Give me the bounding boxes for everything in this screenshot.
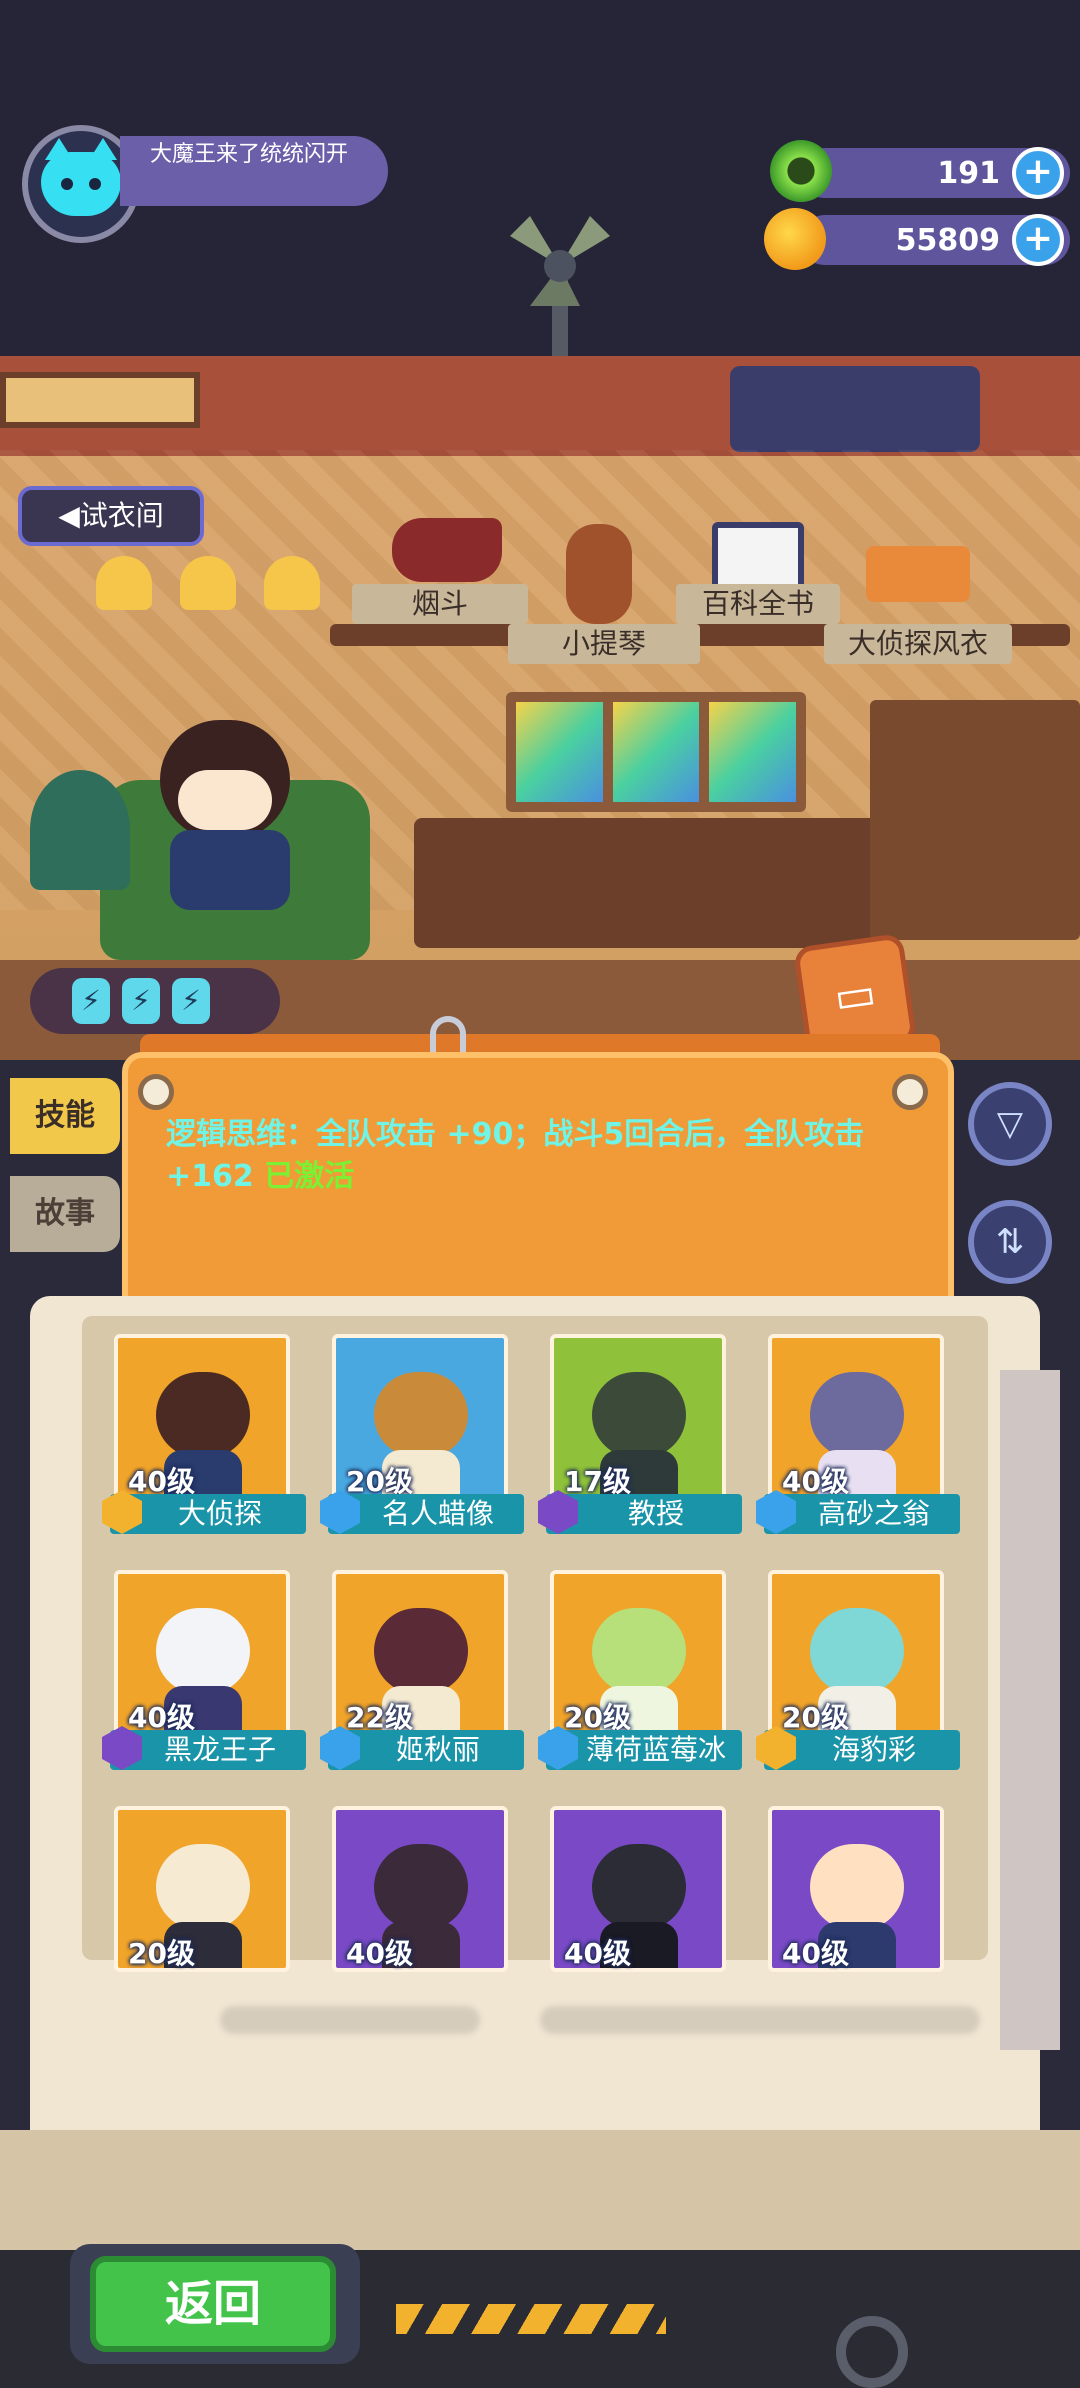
skill-description: 逻辑思维：全队攻击 +90；战斗5回合后，全队攻击 +162 已激活 <box>166 1114 906 1198</box>
fitting-room-label: 试衣间 <box>79 499 164 532</box>
item-label-encyclopedia[interactable]: 百科全书 <box>676 584 840 624</box>
character-head <box>810 1372 904 1458</box>
book-page-edge <box>1000 1370 1060 2050</box>
ghost-display <box>730 366 980 452</box>
energy-icon: ⚡ <box>122 978 160 1024</box>
character-card[interactable]: 20级 <box>100 1794 304 2006</box>
tab-skill[interactable]: 技能 <box>10 1078 120 1154</box>
character-head <box>592 1372 686 1458</box>
fan-icon <box>510 216 610 360</box>
coat-icon[interactable] <box>866 546 970 602</box>
gold-coin-icon <box>764 208 826 270</box>
energy-bar: ⚡ ⚡ ⚡ <box>30 968 280 1034</box>
detective-face <box>178 770 272 830</box>
item-label-coat[interactable]: 大侦探风衣 <box>824 624 1012 664</box>
character-card[interactable]: 20级 薄荷蓝莓冰 <box>536 1558 742 1770</box>
frame-portrait-3 <box>709 702 797 802</box>
character-head <box>156 1844 250 1930</box>
character-head <box>374 1372 468 1458</box>
player-name: 大魔王来了统统闪开 <box>120 136 388 206</box>
detective-coat <box>170 830 290 910</box>
add-gem-button[interactable]: + <box>1012 147 1064 199</box>
character-head <box>810 1608 904 1694</box>
character-card[interactable]: 40级 <box>536 1794 740 2006</box>
character-head <box>374 1608 468 1694</box>
blurred-hint <box>540 2006 980 2034</box>
fitting-room-button[interactable]: ◀试衣间 <box>18 486 204 546</box>
portrait-frames <box>506 692 806 812</box>
character-card[interactable]: 20级 海豹彩 <box>754 1558 960 1770</box>
wall-lamp-icon <box>96 556 326 616</box>
pin-icon <box>892 1074 928 1110</box>
add-coin-button[interactable]: + <box>1012 214 1064 266</box>
blurred-hint <box>220 2006 480 2034</box>
pipe-icon[interactable] <box>392 518 502 582</box>
coin-count: 55809 <box>895 222 1000 258</box>
filter-button[interactable]: ▽ <box>968 1082 1052 1166</box>
green-gem-icon <box>770 140 832 202</box>
character-card[interactable]: 40级 高砂之翁 <box>754 1322 960 1534</box>
energy-icon: ⚡ <box>172 978 210 1024</box>
character-head <box>156 1608 250 1694</box>
frame-portrait-2 <box>612 702 700 802</box>
pin-icon <box>138 1074 174 1110</box>
character-card[interactable]: 40级 <box>754 1794 958 2006</box>
character-card[interactable]: 20级 名人蜡像 <box>318 1322 524 1534</box>
character-head <box>810 1844 904 1930</box>
skill-status: 已激活 <box>264 1159 355 1194</box>
character-head <box>374 1844 468 1930</box>
back-button[interactable]: 返回 <box>90 2256 336 2352</box>
desk <box>414 818 884 948</box>
frame-portrait-1 <box>516 702 603 802</box>
violin-icon[interactable] <box>566 524 632 624</box>
character-card[interactable]: 17级 教授 <box>536 1322 742 1534</box>
character-level: 40级 <box>782 1937 849 1970</box>
tab-story[interactable]: 故事 <box>10 1176 120 1252</box>
character-head <box>156 1372 250 1458</box>
character-card[interactable]: 40级 黑龙王子 <box>100 1558 306 1770</box>
gem-count: 191 <box>937 155 1000 191</box>
character-head <box>592 1844 686 1930</box>
gear-icon <box>836 2316 908 2388</box>
item-label-pipe[interactable]: 烟斗 <box>352 584 528 624</box>
book-cover-bottom <box>0 2130 1080 2250</box>
character-card[interactable]: 22级 姬秋丽 <box>318 1558 524 1770</box>
cat-avatar-icon <box>41 138 121 216</box>
hazard-stripe <box>396 2304 666 2334</box>
energy-icon: ⚡ <box>72 978 110 1024</box>
character-level: 40级 <box>346 1937 413 1970</box>
character-level: 20级 <box>128 1937 195 1970</box>
character-level: 40级 <box>564 1937 631 1970</box>
character-card[interactable]: 40级 大侦探 <box>100 1322 306 1534</box>
item-label-violin[interactable]: 小提琴 <box>508 624 700 664</box>
sort-button[interactable]: ⇅ <box>968 1200 1052 1284</box>
plant-icon <box>30 770 130 890</box>
back-arrow-icon: ◀ <box>58 499 80 532</box>
vent-panel <box>0 372 200 428</box>
bookcase <box>870 700 1080 940</box>
character-head <box>592 1608 686 1694</box>
character-card[interactable]: 40级 <box>318 1794 522 2006</box>
encyclopedia-icon[interactable] <box>712 522 804 590</box>
